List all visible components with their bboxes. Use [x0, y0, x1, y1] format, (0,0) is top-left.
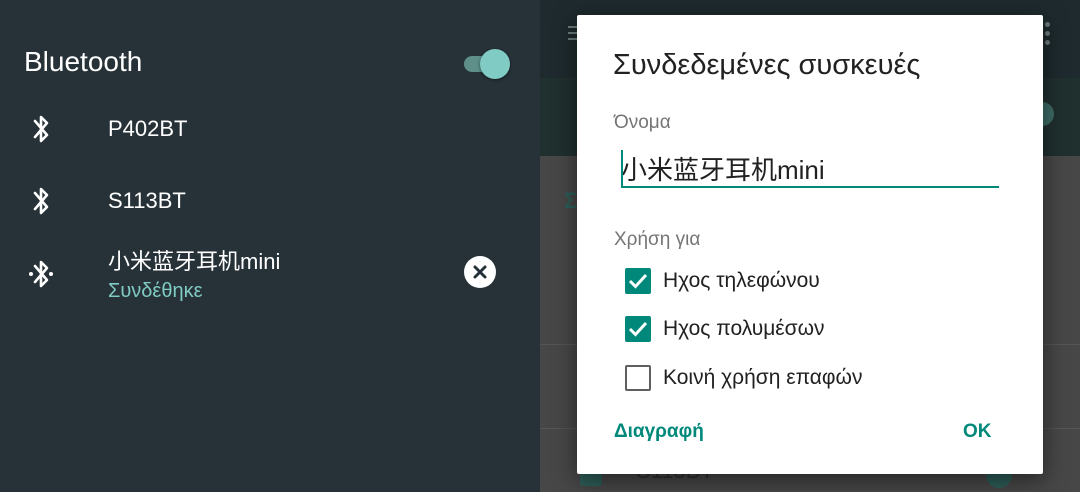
device-name: S113BT	[108, 188, 186, 213]
checkbox-checked[interactable]	[625, 268, 651, 294]
device-row-p402bt[interactable]: P402BT	[0, 110, 540, 150]
option-phone-audio[interactable]: Ηχος τηλεφώνου	[625, 266, 1005, 296]
paired-device-dialog: Συνδεδεμένες συσκευές Όνομα Χρήση για Ηχ…	[577, 15, 1043, 474]
bluetooth-icon	[33, 115, 49, 143]
device-row-connected[interactable]: 小米蓝牙耳机mini Συνδέθηκε	[0, 240, 540, 306]
dialog-title: Συνδεδεμένες συσκευές	[613, 49, 921, 81]
device-row-s113bt[interactable]: S113BT	[0, 182, 540, 222]
option-contact-sharing[interactable]: Κοινή χρήση επαφών	[625, 363, 1005, 393]
section-letter: Σ	[564, 188, 578, 213]
check-icon	[628, 321, 648, 337]
text-cursor	[621, 150, 623, 186]
device-name: P402BT	[108, 116, 188, 141]
option-label: Ηχος πολυμέσων	[663, 317, 825, 340]
device-name-input[interactable]	[621, 150, 999, 188]
bluetooth-icon	[33, 187, 49, 215]
overflow-menu-icon	[1045, 22, 1051, 49]
check-icon	[628, 273, 648, 289]
bluetooth-toggle[interactable]	[462, 49, 510, 79]
bluetooth-title: Bluetooth	[24, 46, 143, 77]
option-label: Κοινή χρήση επαφών	[663, 366, 863, 389]
option-media-audio[interactable]: Ηχος πολυμέσων	[625, 314, 1005, 344]
use-for-label: Χρήση για	[614, 229, 701, 250]
checkbox-checked[interactable]	[625, 316, 651, 342]
checkbox-unchecked[interactable]	[625, 365, 651, 391]
close-icon	[473, 265, 487, 279]
bluetooth-panel: Bluetooth P402BT S113BT 小米蓝牙耳机mini Συνδέ…	[0, 0, 540, 492]
name-label: Όνομα	[614, 112, 671, 133]
toggle-thumb	[480, 49, 510, 79]
option-label: Ηχος τηλεφώνου	[663, 269, 820, 292]
device-name: 小米蓝牙耳机mini	[108, 249, 281, 274]
ok-button[interactable]: OK	[963, 421, 992, 443]
disconnect-button[interactable]	[464, 256, 496, 288]
delete-button[interactable]: Διαγραφή	[614, 421, 704, 443]
device-status: Συνδέθηκε	[108, 280, 203, 302]
bluetooth-connected-icon	[29, 260, 53, 288]
